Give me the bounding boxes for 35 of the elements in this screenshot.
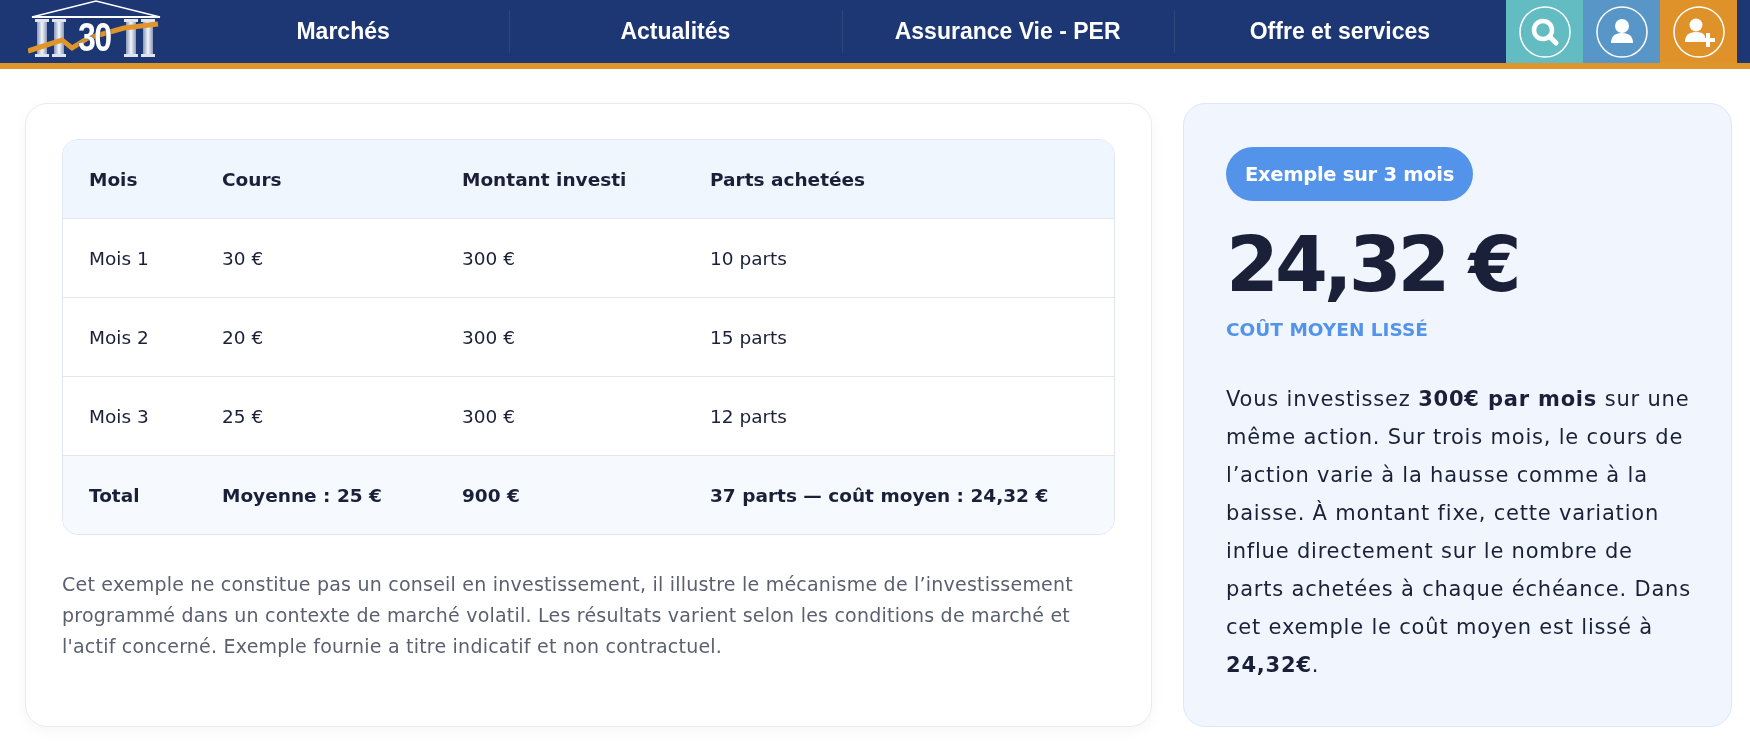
account-button[interactable] [1583, 0, 1660, 63]
column-header: Montant investi [462, 168, 628, 190]
table-cell-text: 10 parts [710, 247, 788, 269]
total-cell-text: 37 parts — coût moyen : 24,32 € [710, 484, 1050, 506]
nav-link[interactable]: Offre et services [1173, 0, 1506, 63]
user-icon [1595, 5, 1648, 58]
table-cell-text: 12 parts [710, 405, 788, 427]
nav-link[interactable]: Assurance Vie - PER [841, 0, 1174, 63]
table-cell-text: 20 € [222, 326, 265, 348]
table-cell-text: 300 € [462, 405, 516, 427]
table-cell-text: 30 € [222, 247, 265, 269]
column-header: Parts achetées [710, 168, 867, 190]
example-badge: Exemple sur 3 mois [1226, 147, 1473, 201]
table-cell-text: Mois 1 [89, 247, 150, 269]
table-cell-text: 300 € [462, 247, 516, 269]
table-cell-text: 300 € [462, 326, 516, 348]
search-icon [1518, 5, 1571, 58]
search-button[interactable] [1506, 0, 1583, 63]
nav-link[interactable]: Marchés [177, 0, 510, 63]
table-cell-text: Mois 3 [89, 405, 150, 427]
average-cost-label: COÛT MOYEN LISSÉ [1226, 319, 1428, 340]
nav-link[interactable]: Actualités [509, 0, 842, 63]
summary-text: Vous investissez 300€ par mois sur une même action. Sur trois mois, le cours de l’action varie à la hausse comme à la baisse. À montant fixe, cette variation influe directement sur le nombre de parts achetées à chaque échéance. Dans cet exemple le coût moyen est lissé à 24,32€. [1226, 386, 1692, 679]
total-cell-text: Total [89, 484, 141, 506]
table-cell-text: 15 parts [710, 326, 788, 348]
register-button[interactable] [1660, 0, 1737, 63]
table-cell-text: 25 € [222, 405, 265, 427]
column-header: Mois [89, 168, 139, 190]
total-cell-text: 900 € [462, 484, 521, 506]
add-user-icon [1672, 5, 1725, 58]
average-cost-value: 24,32 € [1226, 219, 1518, 311]
total-cell-text: Moyenne : 25 € [222, 484, 383, 506]
disclaimer-text: Cet exemple ne constitue pas un conseil en investissement, il illustre le mécanisme de l’investissement programmé dans un contexte de marché volatil. Les résultats varient selon les conditions de marché et l'actif concerné. Exemple fournie a titre indicatif et non contractuel. [62, 572, 1074, 659]
column-header: Cours [222, 168, 283, 190]
table-cell-text: Mois 2 [89, 326, 150, 348]
